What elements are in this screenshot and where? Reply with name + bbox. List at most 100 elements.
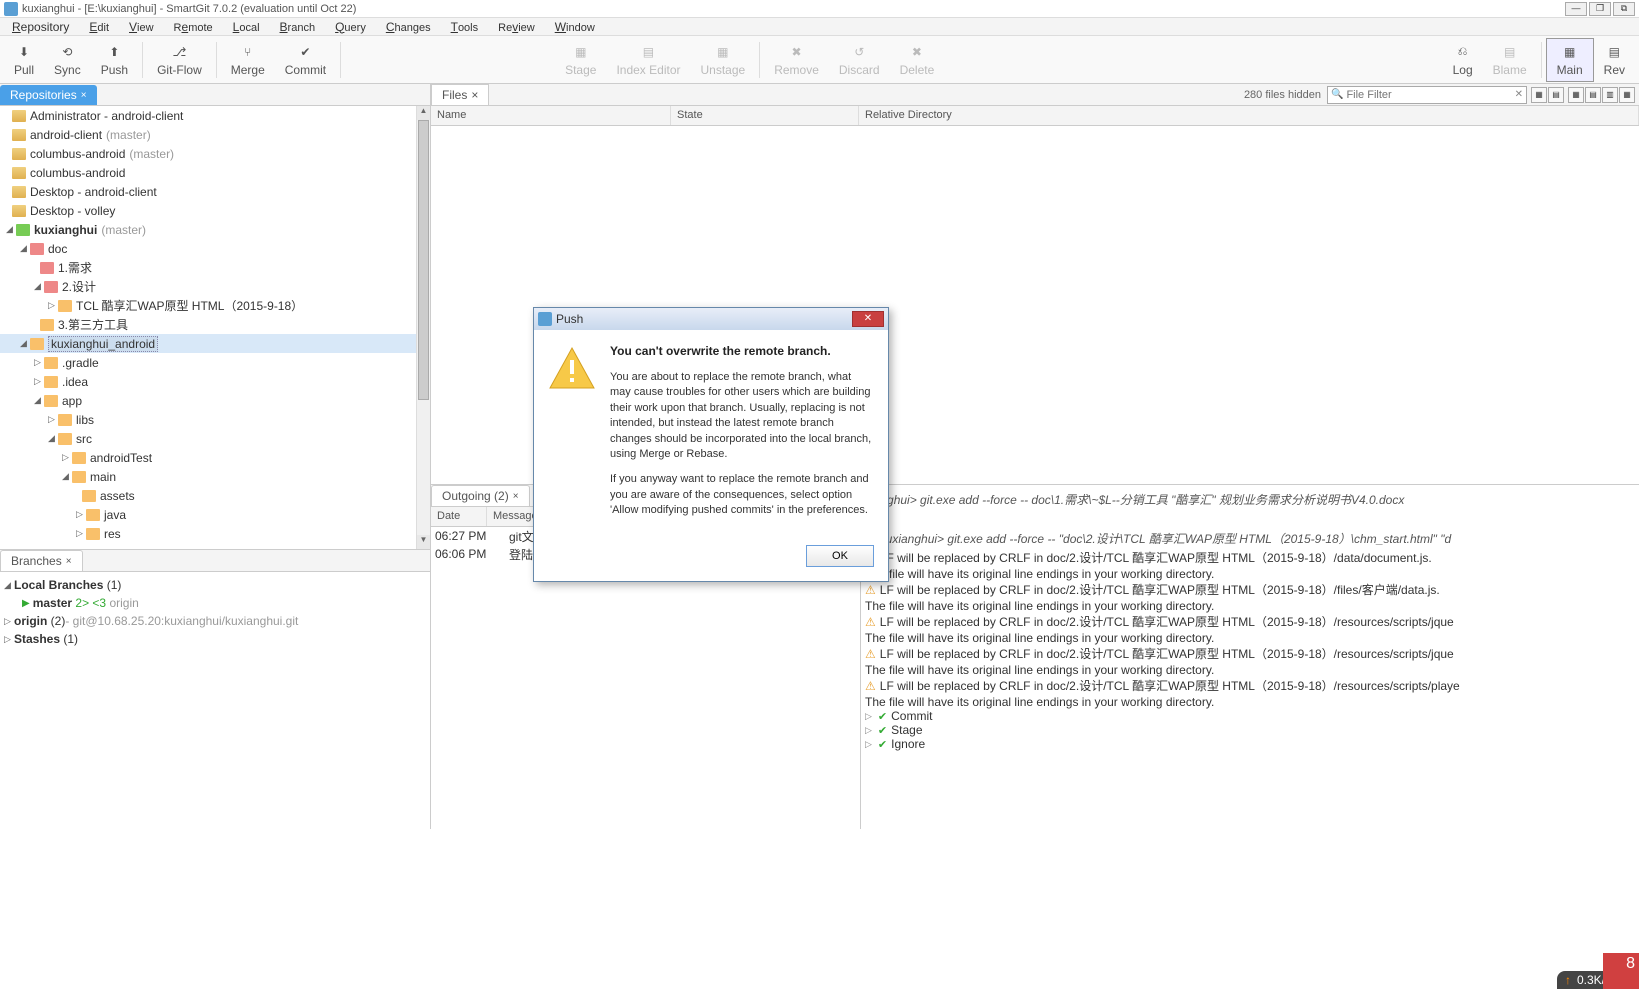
menu-branch[interactable]: Branch [270, 18, 326, 36]
expand-icon[interactable]: ▷ [62, 452, 72, 463]
expand-icon[interactable]: ▷ [48, 300, 58, 311]
dialog-icon [538, 312, 552, 326]
expand-icon[interactable]: ◢ [62, 471, 72, 482]
col-state[interactable]: State [671, 106, 859, 125]
commit-button[interactable]: ✔Commit [275, 38, 336, 82]
menu-query[interactable]: Query [325, 18, 376, 36]
folder-icon [58, 414, 72, 426]
selected-item[interactable]: ◢kuxianghui_android [0, 334, 416, 353]
expand-icon[interactable]: ▷ [76, 528, 86, 539]
main-view-button[interactable]: ▦Main [1546, 38, 1594, 82]
expand-icon[interactable]: ◢ [48, 433, 58, 444]
repo-tree[interactable]: Administrator - android-client android-c… [0, 106, 416, 549]
expand-icon[interactable]: ▷ [865, 739, 872, 750]
view-icon-6[interactable]: ▦ [1619, 87, 1635, 103]
pull-button[interactable]: ⬇Pull [4, 38, 44, 82]
remove-button[interactable]: ✖Remove [764, 38, 829, 82]
expand-icon[interactable]: ▷ [4, 634, 14, 645]
scroll-thumb[interactable] [418, 120, 429, 400]
col-reldir[interactable]: Relative Directory [859, 106, 1639, 125]
review-view-button[interactable]: ▤Rev [1594, 38, 1635, 82]
expand-icon[interactable]: ▷ [34, 357, 44, 368]
expand-icon[interactable]: ◢ [34, 281, 44, 292]
col-date[interactable]: Date [431, 507, 487, 526]
minimize-button[interactable]: — [1565, 2, 1587, 16]
scroll-up-icon[interactable]: ▲ [417, 106, 430, 120]
view-icon-1[interactable]: ▦ [1531, 87, 1547, 103]
expand-icon[interactable]: ▷ [865, 725, 872, 736]
repo-icon [12, 167, 26, 179]
folder-icon [30, 243, 44, 255]
menu-tools[interactable]: Tools [441, 18, 489, 36]
expand-icon[interactable]: ◢ [20, 243, 30, 254]
close-icon[interactable]: × [66, 556, 72, 567]
menu-review[interactable]: Review [488, 18, 545, 36]
expand-icon[interactable]: ◢ [4, 580, 14, 591]
discard-button[interactable]: ↺Discard [829, 38, 890, 82]
push-button[interactable]: ⬆Push [91, 38, 138, 82]
restore-button[interactable]: ⧉ [1613, 2, 1635, 16]
expand-icon[interactable]: ▷ [34, 376, 44, 387]
close-icon[interactable]: × [471, 88, 478, 102]
unstage-icon: ▦ [714, 43, 732, 61]
repo-icon [12, 148, 26, 160]
repositories-tab[interactable]: Repositories× [0, 85, 97, 105]
notification-badge[interactable] [1603, 953, 1639, 989]
menu-window[interactable]: Window [545, 18, 605, 36]
view-icon-5[interactable]: ▥ [1602, 87, 1618, 103]
indexeditor-button[interactable]: ▤Index Editor [606, 38, 690, 82]
menu-view[interactable]: View [119, 18, 164, 36]
ok-button[interactable]: OK [806, 545, 874, 567]
log-button[interactable]: ⎌Log [1443, 38, 1483, 82]
close-button[interactable]: ✕ [852, 311, 884, 327]
discard-icon: ↺ [850, 43, 868, 61]
scrollbar[interactable]: ▲ ▼ [416, 106, 430, 549]
view-toggles-2: ▦ ▤ ▥ ▦ [1568, 87, 1635, 103]
branch-current-icon: ▶ [22, 598, 30, 609]
expand-icon[interactable]: ◢ [6, 224, 16, 235]
folder-icon [72, 471, 86, 483]
menu-edit[interactable]: Edit [79, 18, 119, 36]
gitflow-button[interactable]: ⎇Git-Flow [147, 38, 212, 82]
expand-icon[interactable]: ◢ [20, 338, 30, 349]
scroll-down-icon[interactable]: ▼ [417, 535, 430, 549]
files-header: Files× 280 files hidden 🔍 ✕ ▦ ▤ ▦ ▤ ▥ ▦ [431, 84, 1639, 106]
menu-remote[interactable]: Remote [164, 18, 223, 36]
output-panel[interactable]: xianghui> git.exe add --force -- doc\1.需… [861, 485, 1639, 829]
merge-button[interactable]: ⑂Merge [221, 38, 275, 82]
blame-button[interactable]: ▤Blame [1483, 38, 1537, 82]
expand-icon[interactable]: ▷ [48, 414, 58, 425]
files-hidden-label: 280 files hidden [1244, 89, 1327, 101]
delete-button[interactable]: ✖Delete [890, 38, 945, 82]
menu-changes[interactable]: Changes [376, 18, 441, 36]
branches-tab[interactable]: Branches× [0, 550, 83, 571]
view-icon-3[interactable]: ▦ [1568, 87, 1584, 103]
toolbar: ⬇Pull ⟲Sync ⬆Push ⎇Git-Flow ⑂Merge ✔Comm… [0, 36, 1639, 84]
maximize-button[interactable]: ❐ [1589, 2, 1611, 16]
expand-icon[interactable]: ▷ [4, 616, 14, 627]
output-line: xianghui> git.exe add --force -- doc\1.需… [865, 491, 1635, 508]
menu-repository[interactable]: Repository [2, 18, 79, 36]
outgoing-tab[interactable]: Outgoing (2)× [431, 485, 530, 506]
view-icon-2[interactable]: ▤ [1548, 87, 1564, 103]
col-name[interactable]: Name [431, 106, 671, 125]
sync-button[interactable]: ⟲Sync [44, 38, 91, 82]
folder-icon [44, 281, 58, 293]
files-tab[interactable]: Files× [431, 84, 489, 105]
expand-icon[interactable]: ▷ [76, 509, 86, 520]
folder-icon [58, 433, 72, 445]
repo-tabs: Repositories× [0, 84, 430, 106]
view-icon-4[interactable]: ▤ [1585, 87, 1601, 103]
dialog-titlebar[interactable]: Push ✕ [534, 308, 888, 330]
expand-icon[interactable]: ◢ [34, 395, 44, 406]
close-icon[interactable]: × [81, 90, 87, 101]
clear-icon[interactable]: ✕ [1512, 89, 1526, 100]
file-filter[interactable]: 🔍 ✕ [1327, 86, 1527, 104]
push-icon: ⬆ [105, 43, 123, 61]
stage-button[interactable]: ▦Stage [555, 38, 606, 82]
menu-local[interactable]: Local [223, 18, 270, 36]
close-icon[interactable]: × [513, 491, 519, 502]
filter-input[interactable] [1346, 87, 1511, 103]
expand-icon[interactable]: ▷ [865, 711, 872, 722]
unstage-button[interactable]: ▦Unstage [691, 38, 756, 82]
